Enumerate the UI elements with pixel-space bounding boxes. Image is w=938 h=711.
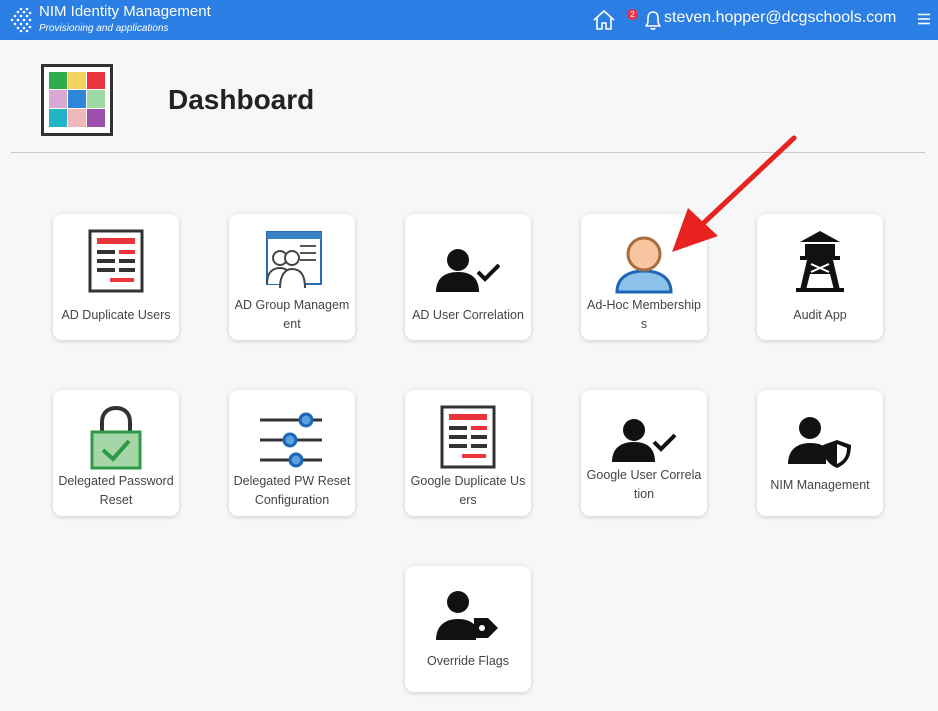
- app-card-label: AD Group Management: [234, 298, 350, 331]
- app-card-delegated-pw-reset-configuration[interactable]: Delegated PW Reset Configuration: [229, 390, 355, 516]
- app-card-ad-group-management[interactable]: AD Group Management: [229, 214, 355, 340]
- hamburger-menu-icon[interactable]: [917, 12, 931, 26]
- app-card-override-flags[interactable]: Override Flags: [405, 566, 531, 692]
- app-subtitle: Provisioning and applications: [39, 23, 169, 34]
- home-icon[interactable]: [592, 8, 616, 32]
- dashboard-logo-icon: [41, 64, 113, 136]
- app-logo-icon: [10, 7, 32, 33]
- document-list-icon: [440, 405, 496, 469]
- app-card-label: NIM Management: [770, 478, 870, 492]
- user-account-link[interactable]: steven.hopper@dcgschools.com: [664, 9, 896, 27]
- app-card-label: Google User Correlation: [586, 468, 702, 501]
- sliders-icon: [260, 412, 322, 468]
- app-card-ad-user-correlation[interactable]: AD User Correlation: [405, 214, 531, 340]
- app-card-ad-duplicate-users[interactable]: AD Duplicate Users: [53, 214, 179, 340]
- bell-icon[interactable]: [642, 8, 664, 32]
- app-card-nim-management[interactable]: NIM Management: [757, 390, 883, 516]
- page-title: Dashboard: [168, 84, 315, 115]
- app-card-label: Override Flags: [427, 654, 509, 668]
- notification-badge: 2: [627, 9, 638, 20]
- app-card-label: Google Duplicate Users: [410, 474, 526, 507]
- app-card-label: Delegated Password Reset: [58, 474, 174, 507]
- user-shield-icon: [788, 417, 851, 468]
- app-card-google-user-correlation[interactable]: Google User Correlation: [581, 390, 707, 516]
- app-card-google-duplicate-users[interactable]: Google Duplicate Users: [405, 390, 531, 516]
- app-card-delegated-password-reset[interactable]: Delegated Password Reset: [53, 390, 179, 516]
- user-check-icon: [612, 419, 676, 462]
- padlock-check-icon: [90, 405, 142, 470]
- group-window-icon: [266, 231, 322, 289]
- top-navigation-bar: NIM Identity Management Provisioning and…: [0, 0, 938, 40]
- app-card-label: Ad-Hoc Memberships: [587, 298, 701, 331]
- app-card-label: Delegated PW Reset Configuration: [233, 474, 351, 507]
- document-list-icon: [88, 229, 144, 293]
- app-card-label: AD User Correlation: [412, 308, 524, 322]
- user-tag-icon: [436, 591, 498, 640]
- user-check-icon: [436, 249, 500, 292]
- app-title: NIM Identity Management: [39, 3, 211, 20]
- app-card-label: Audit App: [793, 308, 847, 322]
- app-card-label: AD Duplicate Users: [61, 308, 171, 322]
- red-arrow-annotation: [672, 135, 797, 252]
